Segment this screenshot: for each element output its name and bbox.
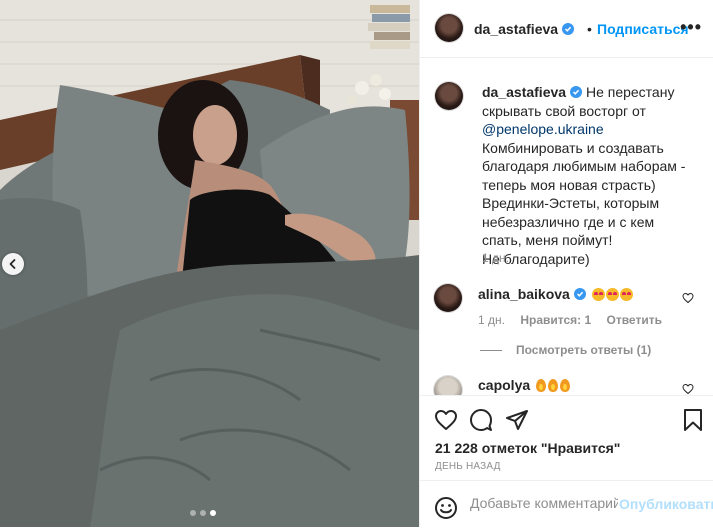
follow-button[interactable]: Подписаться <box>597 21 689 37</box>
comment-bubble-icon[interactable] <box>469 408 493 432</box>
view-replies-button[interactable]: Посмотреть ответы (1) <box>480 343 651 357</box>
like-comment-heart-icon[interactable] <box>682 292 694 304</box>
comments-list[interactable]: da_astafieva Не перестану скрывать свой … <box>420 58 713 395</box>
carousel-dot-active <box>210 510 216 516</box>
like-heart-icon[interactable] <box>434 408 458 432</box>
comment-meta: 1 дн. Нравится: 1 Ответить <box>478 313 674 327</box>
commenter-avatar[interactable] <box>434 284 462 312</box>
publish-comment-button[interactable]: Опубликовать <box>619 496 713 512</box>
author-avatar[interactable] <box>435 14 463 42</box>
caption-avatar[interactable] <box>435 82 463 110</box>
post-side-panel: da_astafieva • Подписаться ••• da_astafi… <box>419 0 713 527</box>
caption: da_astafieva Не перестану скрывать свой … <box>482 83 697 268</box>
instagram-post: da_astafieva • Подписаться ••• da_astafi… <box>0 0 713 527</box>
heart-eyes-emoji-icon <box>605 288 619 301</box>
header-separator: • <box>587 21 592 37</box>
post-timestamp[interactable]: ДЕНЬ НАЗАД <box>435 461 501 472</box>
chevron-left-icon <box>9 259 16 269</box>
comment-likes-count[interactable]: Нравится: 1 <box>520 313 591 327</box>
carousel-prev-button[interactable] <box>2 253 24 275</box>
caption-line: Комбинировать и создавать благодаря люби… <box>482 139 686 193</box>
share-paper-plane-icon[interactable] <box>505 408 529 432</box>
carousel-dots <box>190 510 216 516</box>
carousel-dot <box>190 510 196 516</box>
fire-emoji-icon <box>536 379 547 392</box>
author-username-text[interactable]: da_astafieva <box>474 21 558 37</box>
comment-time[interactable]: 1 дн. <box>478 313 505 327</box>
photo-illustration <box>0 0 419 527</box>
heart-eyes-emoji-icon <box>619 288 633 301</box>
post-header: da_astafieva • Подписаться ••• <box>420 0 713 58</box>
heart-eyes-emoji-icon <box>591 288 605 301</box>
fire-emoji-icon <box>548 379 559 392</box>
carousel-dot <box>200 510 206 516</box>
comment-text: capolya <box>478 377 572 393</box>
reply-button[interactable]: Ответить <box>607 313 662 327</box>
caption-username[interactable]: da_astafieva <box>482 84 566 100</box>
verified-badge-icon <box>573 288 586 300</box>
replies-divider <box>480 350 502 352</box>
caption-time[interactable]: 1 дн. <box>482 251 509 265</box>
post-photo[interactable] <box>0 0 419 527</box>
post-actions: 21 228 отметок "Нравится" ДЕНЬ НАЗАД Опу… <box>420 395 713 527</box>
fire-emoji-icon <box>560 379 571 392</box>
like-comment-heart-icon[interactable] <box>682 383 694 395</box>
add-comment-bar: Опубликовать <box>420 480 713 528</box>
commenter-username[interactable]: capolya <box>478 377 530 393</box>
caption-mention-link[interactable]: @penelope.ukraine <box>482 121 604 137</box>
emoji-smile-icon[interactable] <box>434 496 458 520</box>
verified-badge-icon <box>570 86 583 98</box>
bookmark-icon[interactable] <box>682 408 704 432</box>
comment-input[interactable] <box>470 495 618 511</box>
likes-count[interactable]: 21 228 отметок "Нравится" <box>435 440 620 456</box>
author-username[interactable]: da_astafieva <box>474 21 575 37</box>
commenter-avatar[interactable] <box>434 376 462 395</box>
more-options-icon[interactable]: ••• <box>680 18 702 36</box>
caption-line: Врединки-Эстеты, которым небезразлично г… <box>482 195 660 248</box>
verified-badge-icon <box>562 23 575 35</box>
caption-line: Не благодарите) <box>482 250 590 267</box>
commenter-username[interactable]: alina_baikova <box>478 286 570 302</box>
view-replies-label[interactable]: Посмотреть ответы (1) <box>516 343 651 357</box>
comment-text: alina_baikova <box>478 286 634 302</box>
